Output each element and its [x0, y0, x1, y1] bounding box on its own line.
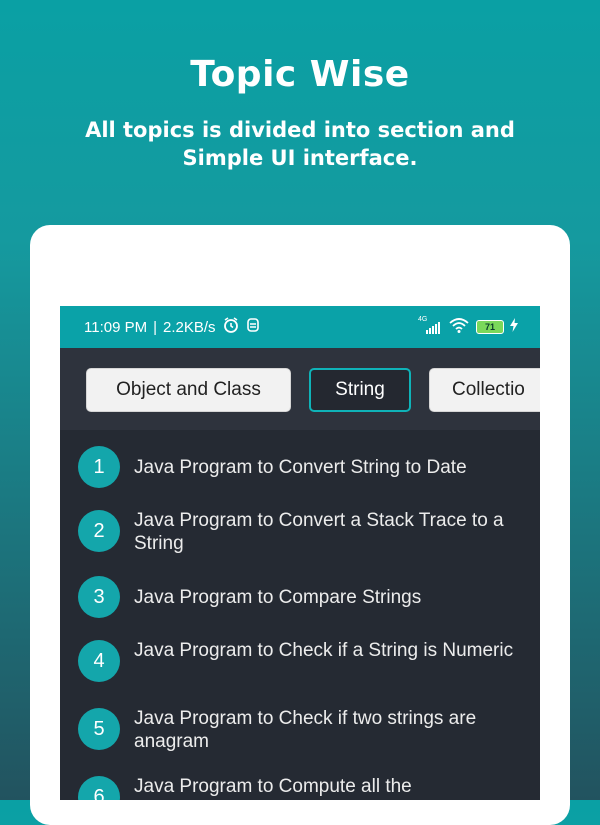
- promo-subtitle-line2: Simple UI interface.: [182, 146, 418, 170]
- item-number-badge: 5: [78, 708, 120, 750]
- promo-title: Topic Wise: [190, 54, 410, 95]
- app-screen: 11:09 PM | 2.2KB/s 4G 71 Object and Clas…: [60, 306, 540, 800]
- item-number-badge: 3: [78, 576, 120, 618]
- promo-subtitle: All topics is divided into section and S…: [0, 116, 600, 172]
- tab-string[interactable]: String: [309, 368, 411, 412]
- status-net-speed: 2.2KB/s: [163, 318, 216, 336]
- item-number-badge: 4: [78, 640, 120, 682]
- status-bar: 11:09 PM | 2.2KB/s 4G 71: [60, 306, 540, 348]
- battery-icon: 71: [476, 320, 504, 334]
- status-time: 11:09 PM: [84, 318, 148, 336]
- item-number-badge: 6: [78, 776, 120, 800]
- notification-icon: [246, 317, 260, 337]
- tab-object-and-class[interactable]: Object and Class: [86, 368, 291, 412]
- alarm-icon: [222, 316, 240, 338]
- item-number-badge: 1: [78, 446, 120, 488]
- signal-icon: 4G: [418, 316, 442, 336]
- item-title: Java Program to Compute all the: [134, 776, 412, 797]
- item-title: Java Program to Check if a String is Num…: [134, 640, 514, 661]
- item-number-badge: 2: [78, 510, 120, 552]
- tab-collections[interactable]: Collectio: [429, 368, 540, 412]
- item-title: Java Program to Convert a Stack Trace to…: [134, 510, 504, 554]
- status-separator: |: [153, 318, 157, 336]
- topic-tab-bar: Object and Class String Collectio: [60, 348, 540, 430]
- item-title: Java Program to Compare Strings: [134, 587, 422, 608]
- item-title: Java Program to Convert String to Date: [134, 457, 467, 478]
- item-title: Java Program to Check if two strings are…: [134, 708, 477, 752]
- wifi-icon: [448, 317, 470, 338]
- charging-icon: [510, 317, 518, 337]
- promo-subtitle-line1: All topics is divided into section and: [85, 118, 515, 142]
